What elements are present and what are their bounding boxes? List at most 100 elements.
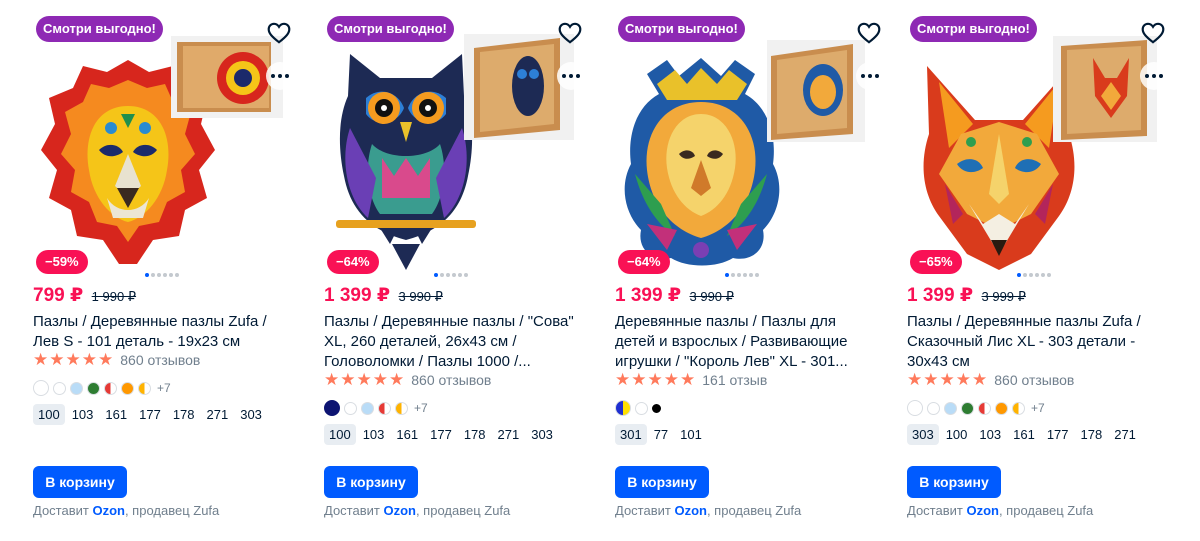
product-card[interactable]: Смотри выгодно! −64% 1 399 ₽ 3 990 ₽ Дер… bbox=[615, 8, 885, 533]
reviews-count[interactable]: 860 отзывов bbox=[411, 372, 491, 388]
color-swatch[interactable] bbox=[33, 380, 49, 396]
color-swatch[interactable] bbox=[927, 401, 940, 415]
size-option[interactable]: 77 bbox=[649, 424, 673, 445]
size-option[interactable]: 177 bbox=[134, 404, 166, 425]
add-to-cart-button[interactable]: В корзину bbox=[33, 466, 127, 498]
color-swatch[interactable] bbox=[324, 400, 340, 416]
size-option[interactable]: 103 bbox=[974, 424, 1006, 445]
product-image-area[interactable]: Смотри выгодно! −59% bbox=[33, 8, 303, 280]
size-option[interactable]: 101 bbox=[675, 424, 707, 445]
size-option[interactable]: 303 bbox=[526, 424, 558, 445]
product-image-area[interactable]: Смотри выгодно! −64% bbox=[615, 8, 885, 280]
product-image[interactable] bbox=[336, 48, 476, 272]
star-icon: ★ bbox=[647, 370, 663, 389]
color-swatch[interactable] bbox=[70, 381, 83, 395]
size-option[interactable]: 303 bbox=[907, 424, 939, 445]
product-title[interactable]: Деревянные пазлы / Пазлы для детей и взр… bbox=[615, 312, 877, 372]
size-options[interactable]: 100 103 161 177 178 271 303 bbox=[324, 424, 558, 445]
color-swatch[interactable] bbox=[615, 400, 631, 416]
color-swatch[interactable] bbox=[361, 401, 374, 415]
size-option[interactable]: 301 bbox=[615, 424, 647, 445]
delivery-brand-link[interactable]: Ozon bbox=[383, 503, 416, 518]
more-colors[interactable]: +7 bbox=[1031, 401, 1045, 415]
color-swatch[interactable] bbox=[395, 401, 408, 415]
image-carousel-dots[interactable] bbox=[145, 273, 179, 277]
size-option[interactable]: 100 bbox=[941, 424, 973, 445]
color-swatch[interactable] bbox=[344, 401, 357, 415]
delivery-brand-link[interactable]: Ozon bbox=[92, 503, 125, 518]
more-colors[interactable]: +7 bbox=[157, 381, 171, 395]
size-option[interactable]: 177 bbox=[425, 424, 457, 445]
size-option[interactable]: 303 bbox=[235, 404, 267, 425]
size-options[interactable]: 301 77 101 bbox=[615, 424, 707, 445]
color-swatch[interactable] bbox=[87, 381, 100, 395]
size-option[interactable]: 178 bbox=[168, 404, 200, 425]
delivery-brand-link[interactable]: Ozon bbox=[674, 503, 707, 518]
size-option[interactable]: 178 bbox=[459, 424, 491, 445]
product-card[interactable]: Смотри выгодно! −64% 1 399 ₽ 3 990 ₽ Паз… bbox=[324, 8, 594, 533]
color-swatch[interactable] bbox=[378, 401, 391, 415]
product-image[interactable] bbox=[617, 54, 787, 268]
image-carousel-dots[interactable] bbox=[725, 273, 759, 277]
delivery-brand-link[interactable]: Ozon bbox=[966, 503, 999, 518]
size-option[interactable]: 178 bbox=[1076, 424, 1108, 445]
reviews-count[interactable]: 860 отзывов bbox=[994, 372, 1074, 388]
favorite-heart-icon[interactable] bbox=[557, 20, 583, 46]
color-swatches[interactable]: +7 bbox=[33, 380, 171, 396]
reviews-count[interactable]: 161 отзыв bbox=[702, 372, 767, 388]
more-options-icon[interactable] bbox=[557, 62, 585, 90]
product-title[interactable]: Пазлы / Деревянные пазлы Zufa / Лев S - … bbox=[33, 312, 295, 352]
reviews-count[interactable]: 860 отзывов bbox=[120, 352, 200, 368]
product-title[interactable]: Пазлы / Деревянные пазлы / "Сова" XL, 26… bbox=[324, 312, 586, 372]
color-swatch[interactable] bbox=[944, 401, 957, 415]
color-swatch[interactable] bbox=[635, 401, 648, 415]
color-swatches[interactable] bbox=[615, 400, 661, 416]
color-swatch[interactable] bbox=[995, 401, 1008, 415]
rating[interactable]: ★ ★ ★ ★ ★ 860 отзывов bbox=[907, 371, 1074, 389]
size-option[interactable]: 100 bbox=[33, 404, 65, 425]
rating[interactable]: ★ ★ ★ ★ ★ 860 отзывов bbox=[33, 351, 200, 369]
more-options-icon[interactable] bbox=[1140, 62, 1168, 90]
color-swatches[interactable]: +7 bbox=[907, 400, 1045, 416]
size-option[interactable]: 177 bbox=[1042, 424, 1074, 445]
more-colors[interactable]: +7 bbox=[414, 401, 428, 415]
color-swatch[interactable] bbox=[104, 381, 117, 395]
color-swatch[interactable] bbox=[121, 381, 134, 395]
more-options-icon[interactable] bbox=[266, 62, 294, 90]
color-swatch[interactable] bbox=[652, 403, 661, 413]
product-title[interactable]: Пазлы / Деревянные пазлы Zufa / Сказочны… bbox=[907, 312, 1169, 372]
size-option[interactable]: 271 bbox=[493, 424, 525, 445]
size-options[interactable]: 100 103 161 177 178 271 303 bbox=[33, 404, 267, 425]
size-option[interactable]: 161 bbox=[391, 424, 423, 445]
add-to-cart-button[interactable]: В корзину bbox=[907, 466, 1001, 498]
color-swatches[interactable]: +7 bbox=[324, 400, 428, 416]
color-swatch[interactable] bbox=[961, 401, 974, 415]
product-image-area[interactable]: Смотри выгодно! −64% bbox=[324, 8, 594, 280]
image-carousel-dots[interactable] bbox=[434, 273, 468, 277]
size-option[interactable]: 100 bbox=[324, 424, 356, 445]
product-card[interactable]: Смотри выгодно! −65% 1 399 ₽ 3 999 ₽ Паз… bbox=[907, 8, 1177, 533]
size-option[interactable]: 103 bbox=[358, 424, 390, 445]
size-option[interactable]: 271 bbox=[1109, 424, 1141, 445]
size-options[interactable]: 303 100 103 161 177 178 271 bbox=[907, 424, 1141, 445]
color-swatch[interactable] bbox=[53, 381, 66, 395]
color-swatch[interactable] bbox=[1012, 401, 1025, 415]
product-image-area[interactable]: Смотри выгодно! −65% bbox=[907, 8, 1177, 280]
rating[interactable]: ★ ★ ★ ★ ★ 860 отзывов bbox=[324, 371, 491, 389]
size-option[interactable]: 161 bbox=[1008, 424, 1040, 445]
add-to-cart-button[interactable]: В корзину bbox=[615, 466, 709, 498]
favorite-heart-icon[interactable] bbox=[856, 20, 882, 46]
add-to-cart-button[interactable]: В корзину bbox=[324, 466, 418, 498]
product-card[interactable]: Смотри выгодно! −59% 799 ₽ 1 990 ₽ Пазлы… bbox=[33, 8, 303, 533]
favorite-heart-icon[interactable] bbox=[266, 20, 292, 46]
favorite-heart-icon[interactable] bbox=[1140, 20, 1166, 46]
color-swatch[interactable] bbox=[978, 401, 991, 415]
size-option[interactable]: 161 bbox=[100, 404, 132, 425]
color-swatch[interactable] bbox=[907, 400, 923, 416]
rating[interactable]: ★ ★ ★ ★ ★ 161 отзыв bbox=[615, 371, 767, 389]
image-carousel-dots[interactable] bbox=[1017, 273, 1051, 277]
more-options-icon[interactable] bbox=[856, 62, 884, 90]
size-option[interactable]: 271 bbox=[202, 404, 234, 425]
size-option[interactable]: 103 bbox=[67, 404, 99, 425]
color-swatch[interactable] bbox=[138, 381, 151, 395]
